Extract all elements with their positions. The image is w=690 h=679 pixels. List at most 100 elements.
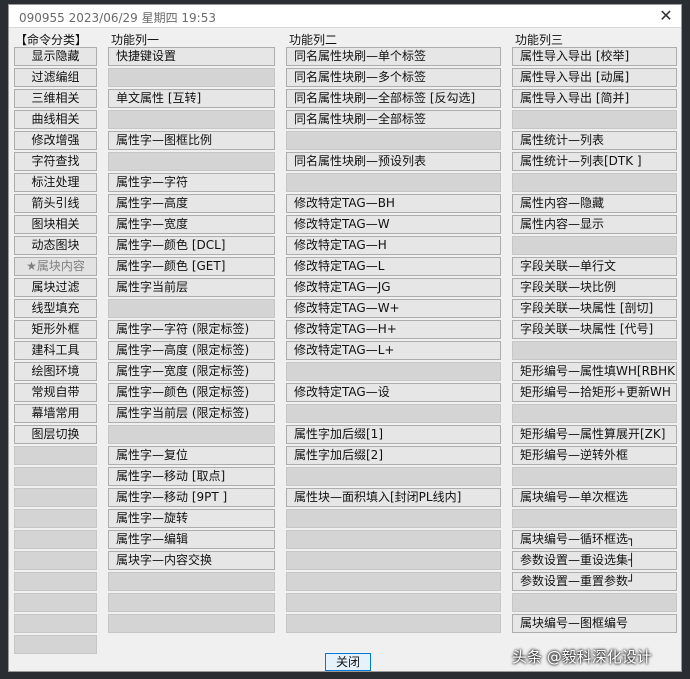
category-button[interactable]: 曲线相关 xyxy=(14,110,97,129)
col1-button[interactable]: 属性字—图框比例 xyxy=(108,131,275,150)
col2-button[interactable]: 属性字加后缀[1] xyxy=(286,425,501,444)
close-button[interactable]: 关闭 xyxy=(325,653,371,671)
col1-button[interactable]: 属性字—复位 xyxy=(108,446,275,465)
col2-button[interactable]: 修改特定TAG—JG xyxy=(286,278,501,297)
col2-button[interactable]: 属性字加后缀[2] xyxy=(286,446,501,465)
category-empty-slot xyxy=(14,572,97,591)
col3-button[interactable]: 属性统计—列表[DTK ] xyxy=(512,152,677,171)
col3-button[interactable]: 属块编号—循环框选┐ xyxy=(512,530,677,549)
col1-button[interactable]: 单文属性 [互转] xyxy=(108,89,275,108)
category-button[interactable]: 修改增强 xyxy=(14,131,97,150)
col3-button[interactable]: 属块编号—单次框选 xyxy=(512,488,677,507)
col1-button[interactable]: 属性字—颜色 [DCL] xyxy=(108,236,275,255)
col2-header: 功能列二 xyxy=(289,33,338,47)
category-button[interactable]: 幕墙常用 xyxy=(14,404,97,423)
category-button[interactable]: 动态图块 xyxy=(14,236,97,255)
col1-button[interactable]: 快捷键设置 xyxy=(108,47,275,66)
col3-empty-slot xyxy=(512,110,677,129)
col2-empty-slot xyxy=(286,572,501,591)
category-empty-slot xyxy=(14,614,97,633)
col1-button[interactable]: 属性字—颜色 [GET] xyxy=(108,257,275,276)
col3-button[interactable]: 矩形编号—逆转外框 xyxy=(512,446,677,465)
col1-empty-slot xyxy=(108,152,275,171)
col2-button[interactable]: 修改特定TAG—BH xyxy=(286,194,501,213)
col1-button[interactable]: 属性字—字符 (限定标签) xyxy=(108,320,275,339)
col1-button[interactable]: 属性字—宽度 (限定标签) xyxy=(108,362,275,381)
col1-button[interactable]: 属性字当前层 (限定标签) xyxy=(108,404,275,423)
col1-button[interactable]: 属性字—宽度 xyxy=(108,215,275,234)
col3-button[interactable]: 矩形编号—属性填WH[RBHK] xyxy=(512,362,677,381)
col2-button[interactable]: 同名属性块刷—全部标签 xyxy=(286,110,501,129)
category-button[interactable]: 箭头引线 xyxy=(14,194,97,213)
col3-button[interactable]: 矩形编号—拾矩形+更新WH xyxy=(512,383,677,402)
col3-header: 功能列三 xyxy=(515,33,564,47)
close-icon[interactable]: ✕ xyxy=(657,7,675,25)
col3-empty-slot xyxy=(512,341,677,360)
col2-button[interactable]: 修改特定TAG—W xyxy=(286,215,501,234)
col3-button[interactable]: 属性内容—显示 xyxy=(512,215,677,234)
col1-button[interactable]: 属性字—高度 xyxy=(108,194,275,213)
col3-button[interactable]: 参数设置—重设选集┤ xyxy=(512,551,677,570)
col3-button[interactable]: 属性导入导出 [校举] xyxy=(512,47,677,66)
col3-button[interactable]: 属性统计—列表 xyxy=(512,131,677,150)
col2-button[interactable]: 修改特定TAG—设 xyxy=(286,383,501,402)
category-button[interactable]: 属块过滤 xyxy=(14,278,97,297)
watermark: 头条 @毅科深化设计 xyxy=(512,648,652,666)
col3-button[interactable]: 字段关联—单行文 xyxy=(512,257,677,276)
category-button[interactable]: 常规自带 xyxy=(14,383,97,402)
dialog-window: 090955 2023/06/29 星期四 19:53 ✕ 【命令分类】 功能列… xyxy=(8,4,682,672)
category-empty-slot xyxy=(14,593,97,612)
col2-button[interactable]: 同名属性块刷—单个标签 xyxy=(286,47,501,66)
category-button[interactable]: 绘图环境 xyxy=(14,362,97,381)
col2-button[interactable]: 同名属性块刷—全部标签 [反勾选] xyxy=(286,89,501,108)
col1-button[interactable]: 属性字—颜色 (限定标签) xyxy=(108,383,275,402)
col1-button[interactable]: 属性字—字符 xyxy=(108,173,275,192)
function-column-1: 快捷键设置单文属性 [互转] 属性字—图框比例 属性字—字符 属性字—高度 属性字—宽度… xyxy=(108,47,275,635)
col1-button[interactable]: 属性字—移动 [9PT ] xyxy=(108,488,275,507)
col3-empty-slot xyxy=(512,236,677,255)
col3-button[interactable]: 字段关联—块属性 [剖切] xyxy=(512,299,677,318)
col2-empty-slot xyxy=(286,530,501,549)
col2-button[interactable]: 同名属性块刷—预设列表 xyxy=(286,152,501,171)
col3-empty-slot xyxy=(512,509,677,528)
col3-button[interactable]: 矩形编号—属性算展开[ZK] xyxy=(512,425,677,444)
title-bar: 090955 2023/06/29 星期四 19:53 ✕ xyxy=(9,5,681,28)
category-button[interactable]: ★属块内容 xyxy=(14,257,97,276)
col2-button[interactable]: 修改特定TAG—L+ xyxy=(286,341,501,360)
col1-button[interactable]: 属性字—编辑 xyxy=(108,530,275,549)
col3-button[interactable]: 属性内容—隐藏 xyxy=(512,194,677,213)
col3-button[interactable]: 属性导入导出 [简并] xyxy=(512,89,677,108)
category-empty-slot xyxy=(14,488,97,507)
col1-button[interactable]: 属性字—高度 (限定标签) xyxy=(108,341,275,360)
col2-button[interactable]: 修改特定TAG—H xyxy=(286,236,501,255)
category-button[interactable]: 矩形外框 xyxy=(14,320,97,339)
col1-button[interactable]: 属性字当前层 xyxy=(108,278,275,297)
col3-button[interactable]: 属性导入导出 [动属] xyxy=(512,68,677,87)
category-button[interactable]: 图块相关 xyxy=(14,215,97,234)
col3-button[interactable]: 字段关联—块比例 xyxy=(512,278,677,297)
window-title: 090955 2023/06/29 星期四 19:53 xyxy=(19,11,216,25)
col2-empty-slot xyxy=(286,404,501,423)
col1-button[interactable]: 属性字—旋转 xyxy=(108,509,275,528)
category-button[interactable]: 标注处理 xyxy=(14,173,97,192)
col2-empty-slot xyxy=(286,593,501,612)
col2-button[interactable]: 修改特定TAG—H+ xyxy=(286,320,501,339)
col2-button[interactable]: 修改特定TAG—W+ xyxy=(286,299,501,318)
col3-button[interactable]: 字段关联—块属性 [代号] xyxy=(512,320,677,339)
col1-button[interactable]: 属块字—内容交换 xyxy=(108,551,275,570)
category-button[interactable]: 建科工具 xyxy=(14,341,97,360)
col3-button[interactable]: 参数设置—重置参数┘ xyxy=(512,572,677,591)
category-button[interactable]: 显示隐藏 xyxy=(14,47,97,66)
category-button[interactable]: 图层切换 xyxy=(14,425,97,444)
col2-button[interactable]: 修改特定TAG—L xyxy=(286,257,501,276)
category-button[interactable]: 过滤编组 xyxy=(14,68,97,87)
col1-button[interactable]: 属性字—移动 [取点] xyxy=(108,467,275,486)
col2-button[interactable]: 同名属性块刷—多个标签 xyxy=(286,68,501,87)
col2-button[interactable]: 属性块—面积填入[封闭PL线内] xyxy=(286,488,501,507)
category-button[interactable]: 线型填充 xyxy=(14,299,97,318)
col2-empty-slot xyxy=(286,509,501,528)
category-button[interactable]: 字符查找 xyxy=(14,152,97,171)
category-empty-slot xyxy=(14,551,97,570)
category-button[interactable]: 三维相关 xyxy=(14,89,97,108)
col3-button[interactable]: 属块编号—图框编号 xyxy=(512,614,677,633)
